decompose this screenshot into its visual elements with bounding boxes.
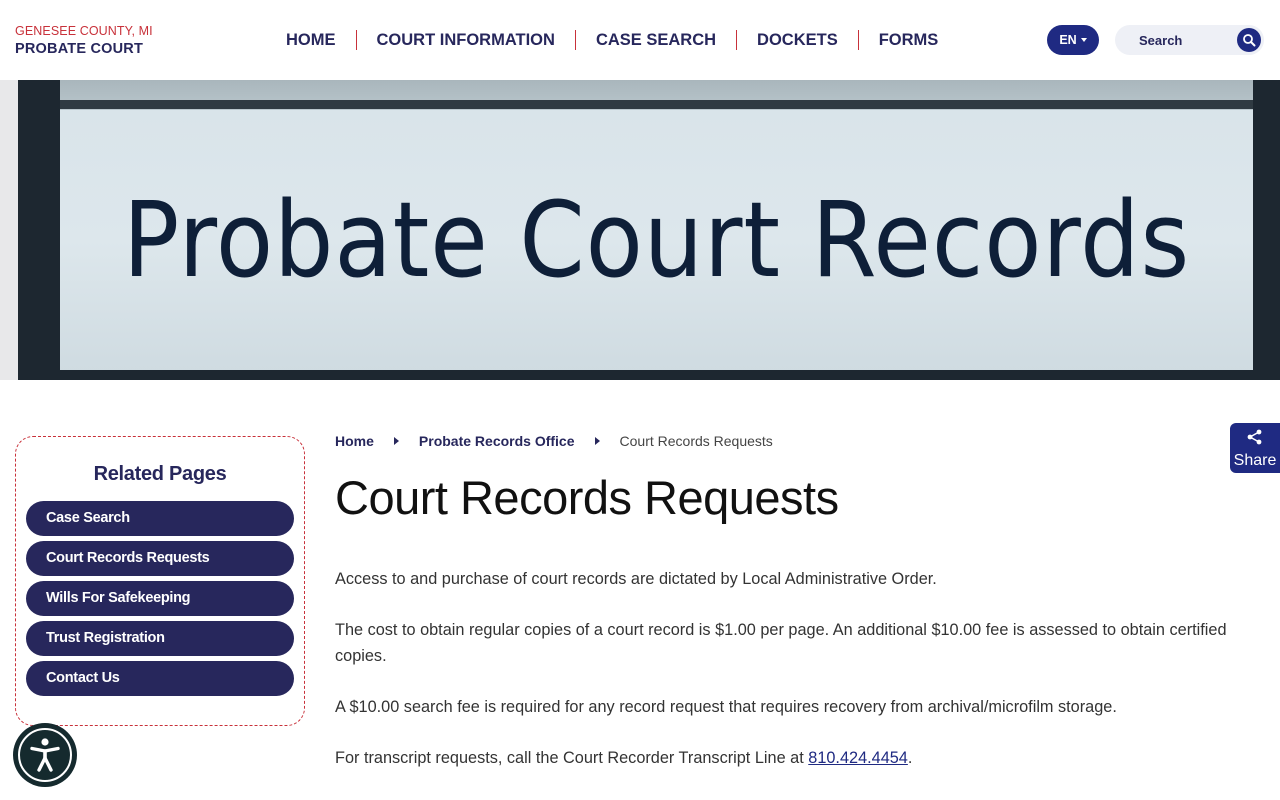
transcript-phone-link[interactable]: 810.424.4454 — [808, 749, 908, 767]
logo-court-text: PROBATE COURT — [15, 41, 143, 57]
site-header: GENESEE COUNTY, MI PROBATE COURT HOME CO… — [0, 0, 1280, 80]
related-pages-title: Related Pages — [93, 463, 227, 485]
related-link-case-search[interactable]: Case Search — [26, 501, 294, 536]
share-icon — [1247, 429, 1262, 445]
transcript-text: For transcript requests, call the Court … — [335, 749, 809, 767]
chevron-down-icon — [1080, 38, 1087, 42]
nav-dockets[interactable]: DOCKETS — [737, 30, 858, 50]
language-selector[interactable]: EN — [1047, 25, 1099, 55]
language-label: EN — [1059, 33, 1077, 47]
search-input[interactable] — [1139, 31, 1234, 49]
body-paragraph: A $10.00 search fee is required for any … — [335, 698, 1117, 716]
hero-frame-bar — [18, 100, 1280, 109]
search-button[interactable] — [1237, 28, 1261, 52]
accessibility-button[interactable] — [13, 723, 77, 787]
related-link-trust-registration[interactable]: Trust Registration — [26, 621, 294, 656]
breadcrumb-home[interactable]: Home — [335, 433, 374, 449]
page-title: Court Records Requests — [335, 471, 839, 524]
hero-post-left — [18, 80, 60, 380]
nav-home[interactable]: HOME — [266, 30, 356, 50]
nav-forms[interactable]: FORMS — [859, 30, 959, 50]
breadcrumb-arrow-icon — [393, 437, 399, 445]
hero-frame-bottom — [18, 370, 1280, 380]
body-paragraph: The cost to obtain regular copies of a c… — [335, 621, 1227, 665]
breadcrumb-current: Court Records Requests — [619, 433, 773, 449]
nav-court-information[interactable]: COURT INFORMATION — [357, 30, 575, 50]
hero-sign-text: Probate Court Records — [122, 179, 1191, 301]
hero-wall — [0, 80, 18, 380]
share-label: Share — [1233, 452, 1277, 469]
search-icon — [1243, 34, 1256, 47]
body-paragraph: Access to and purchase of court records … — [335, 570, 937, 588]
breadcrumb-probate-records-office[interactable]: Probate Records Office — [419, 433, 575, 449]
hero-post-right — [1253, 80, 1280, 380]
related-link-court-records-requests[interactable]: Court Records Requests — [26, 541, 294, 576]
accessibility-icon — [30, 738, 60, 772]
related-link-contact-us[interactable]: Contact Us — [26, 661, 294, 696]
hero-banner-image: Probate Court Records — [0, 80, 1280, 380]
transcript-paragraph: For transcript requests, call the Court … — [335, 745, 1235, 771]
site-logo[interactable]: GENESEE COUNTY, MI PROBATE COURT — [15, 24, 153, 57]
nav-case-search[interactable]: CASE SEARCH — [576, 30, 736, 50]
share-button[interactable]: Share — [1230, 423, 1280, 473]
breadcrumb: Home Probate Records Office Court Record… — [335, 432, 773, 450]
logo-county-text: GENESEE COUNTY, MI — [15, 24, 153, 38]
related-pages-panel: Related Pages Case Search Court Records … — [15, 436, 305, 726]
related-link-wills-for-safekeeping[interactable]: Wills For Safekeeping — [26, 581, 294, 616]
breadcrumb-arrow-icon — [594, 437, 600, 445]
transcript-suffix: . — [907, 749, 913, 767]
main-nav: HOME COURT INFORMATION CASE SEARCH DOCKE… — [266, 30, 958, 50]
